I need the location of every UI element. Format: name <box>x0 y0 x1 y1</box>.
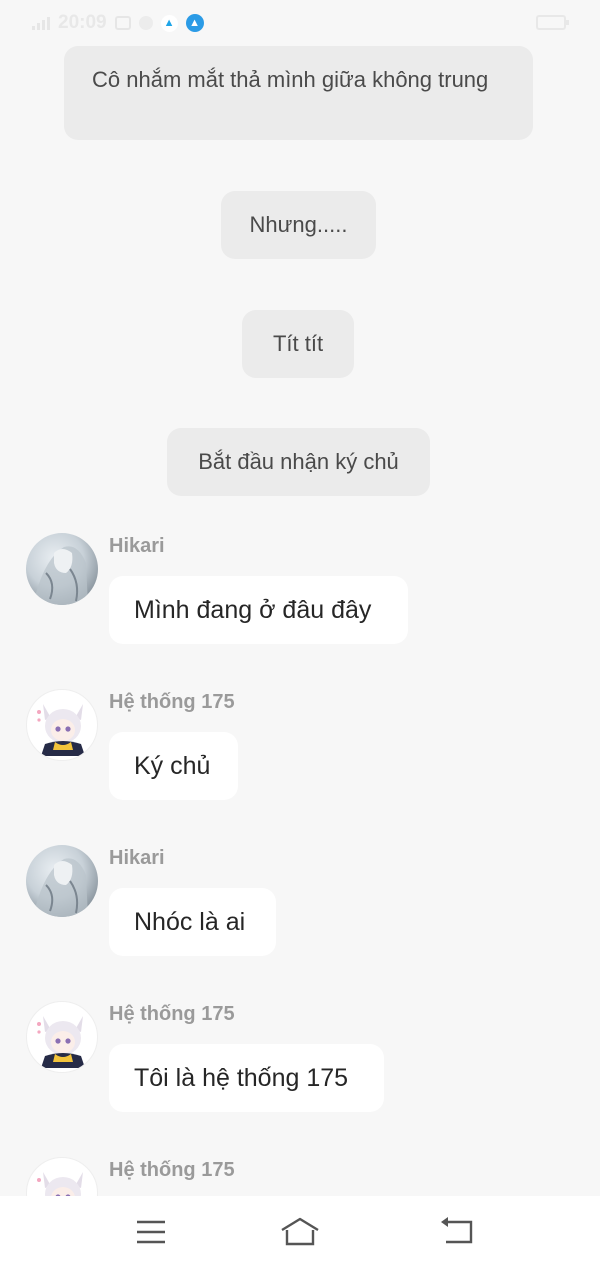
hikari-avatar[interactable] <box>26 845 98 917</box>
sender-name: Hệ thống 175 <box>109 1003 235 1025</box>
signal-icon <box>32 16 50 30</box>
message-notification-icon <box>114 16 131 30</box>
message-row: Hệ thống 175 Tôi là hệ thống 175 <box>0 1001 600 1113</box>
app-notification-icon <box>138 16 153 30</box>
system-avatar[interactable] <box>26 1157 98 1197</box>
message-row: Hikari Mình đang ở đâu đây <box>0 533 600 645</box>
sender-name: Hệ thống 175 <box>109 1159 235 1181</box>
sender-name: Hệ thống 175 <box>109 691 235 713</box>
narration-text: Tít tít <box>272 331 324 356</box>
narration-text: Cô nhắm mắt thả mình giữa không trung <box>92 67 489 92</box>
status-time: 20:09 <box>58 12 107 33</box>
narration-bubble[interactable]: Nhưng..... <box>221 191 376 259</box>
system-avatar[interactable] <box>26 689 98 761</box>
sender-name: Hikari <box>109 847 165 869</box>
home-icon[interactable] <box>280 1216 320 1248</box>
narration-bubble[interactable]: Tít tít <box>242 310 354 378</box>
message-text: Nhóc là ai <box>134 907 246 936</box>
message-row: Hikari Nhóc là ai <box>0 845 600 957</box>
message-text: Tôi là hệ thống 175 <box>134 1063 349 1092</box>
message-text: Ký chủ <box>134 751 211 780</box>
chat-screen: 20:09 ▲ ▲ Cô nhắm mắt thả mình giữa khôn… <box>0 0 600 1267</box>
message-bubble[interactable]: Mình đang ở đâu đây <box>109 576 408 644</box>
status-bar: 20:09 ▲ ▲ <box>0 0 600 46</box>
sender-name: Hikari <box>109 535 165 557</box>
hikari-avatar[interactable] <box>26 533 98 605</box>
cloud-sync-icon: ▲ <box>185 14 204 32</box>
back-icon[interactable] <box>438 1216 478 1248</box>
cloud-upload-icon: ▲ <box>160 14 178 32</box>
menu-icon[interactable] <box>131 1216 171 1248</box>
narration-bubble[interactable]: Bắt đầu nhận ký chủ <box>167 428 430 496</box>
navigation-bar <box>0 1196 600 1267</box>
message-bubble[interactable]: Ký chủ <box>109 732 238 800</box>
battery-icon <box>536 15 569 30</box>
narration-bubble[interactable]: Cô nhắm mắt thả mình giữa không trung <box>64 46 533 140</box>
message-text: Mình đang ở đâu đây <box>134 595 372 624</box>
system-avatar[interactable] <box>26 1001 98 1073</box>
message-row: Hệ thống 175 Ký chủ <box>0 689 600 801</box>
status-left: 20:09 ▲ ▲ <box>32 12 204 34</box>
message-bubble[interactable]: Nhóc là ai <box>109 888 276 956</box>
narration-text: Bắt đầu nhận ký chủ <box>198 449 399 474</box>
message-bubble[interactable]: Tôi là hệ thống 175 <box>109 1044 384 1112</box>
narration-text: Nhưng..... <box>249 212 348 237</box>
message-row: Hệ thống 175 <box>0 1157 600 1197</box>
